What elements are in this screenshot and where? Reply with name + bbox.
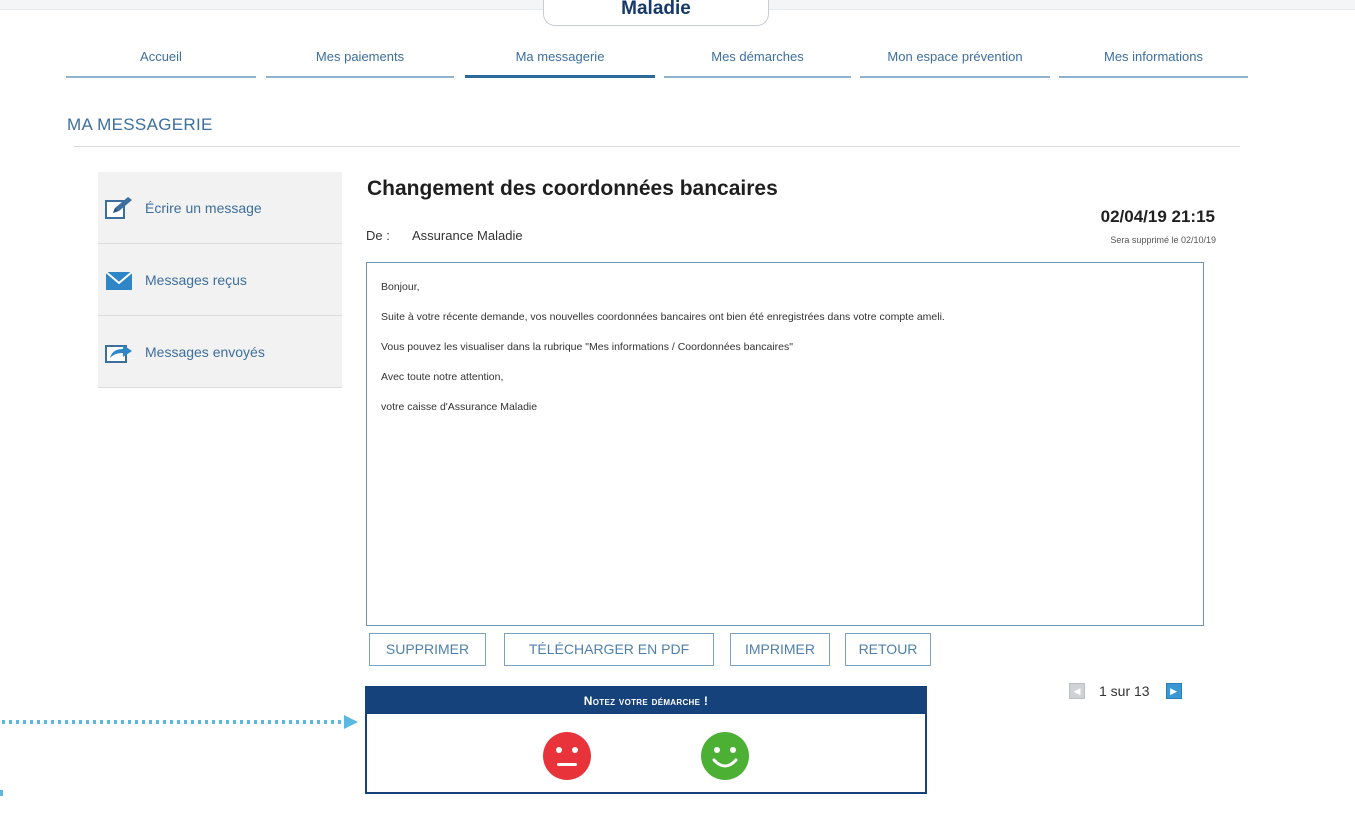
next-page-icon[interactable]: ▶ (1165, 683, 1182, 699)
section-divider (74, 146, 1240, 147)
nav-item-mon-espace-prevention[interactable]: Mon espace prévention (860, 44, 1050, 78)
rating-title: Notez votre démarche ! (367, 688, 925, 714)
message-from-label: De : (366, 228, 390, 243)
message-paragraph: Bonjour, (381, 281, 420, 293)
sidebar-item-sent[interactable]: Messages envoyés (98, 316, 342, 388)
sad-face-icon[interactable] (543, 732, 591, 780)
page-indicator: 1 sur 13 (1099, 683, 1150, 699)
message-sender: Assurance Maladie (412, 228, 523, 243)
message-body: Bonjour, Suite à votre récente demande, … (366, 262, 1204, 626)
main-nav: Accueil Mes paiements Ma messagerie Mes … (66, 44, 1248, 80)
sidebar: Écrire un message Messages reçus Message… (98, 172, 342, 388)
message-paragraph: Vous pouvez les visualiser dans la rubri… (381, 341, 793, 353)
message-paragraph: Avec toute notre attention, (381, 371, 504, 383)
sidebar-item-label: Écrire un message (145, 199, 262, 216)
nav-item-ma-messagerie[interactable]: Ma messagerie (465, 44, 655, 78)
message-date: 02/04/19 21:15 (1100, 207, 1215, 226)
message-paragraph: Suite à votre récente demande, vos nouve… (381, 311, 945, 323)
rating-box: Notez votre démarche ! (365, 686, 927, 794)
message-paragraph: votre caisse d'Assurance Maladie (381, 401, 538, 413)
pagination: ◀ 1 sur 13 ▶ (1069, 681, 1182, 701)
sidebar-item-write[interactable]: Écrire un message (98, 172, 342, 244)
back-button[interactable]: RETOUR (845, 633, 931, 666)
sidebar-item-received[interactable]: Messages reçus (98, 244, 342, 316)
brand-tab[interactable]: Maladie (543, 0, 769, 26)
message-delete-notice: Sera supprimé le 02/10/19 (1110, 235, 1216, 245)
nav-item-mes-paiements[interactable]: Mes paiements (266, 44, 454, 78)
envelope-icon (104, 268, 134, 292)
print-button[interactable]: IMPRIMER (730, 633, 830, 666)
download-pdf-button[interactable]: TÉLÉCHARGER EN PDF (504, 633, 714, 666)
pointer-arrow-icon (0, 715, 358, 796)
prev-page-icon[interactable]: ◀ (1069, 683, 1085, 699)
nav-item-mes-informations[interactable]: Mes informations (1059, 44, 1248, 78)
message-title: Changement des coordonnées bancaires (367, 177, 778, 200)
sidebar-item-label: Messages envoyés (145, 343, 265, 360)
delete-button[interactable]: SUPPRIMER (369, 633, 486, 666)
page-title: MA MESSAGERIE (67, 115, 213, 134)
sidebar-item-label: Messages reçus (145, 271, 247, 288)
nav-item-mes-demarches[interactable]: Mes démarches (664, 44, 851, 78)
send-icon (104, 340, 134, 364)
nav-item-accueil[interactable]: Accueil (66, 44, 256, 78)
pencil-icon (104, 196, 134, 220)
happy-face-icon[interactable] (701, 732, 749, 780)
brand-text: Maladie (621, 0, 691, 19)
